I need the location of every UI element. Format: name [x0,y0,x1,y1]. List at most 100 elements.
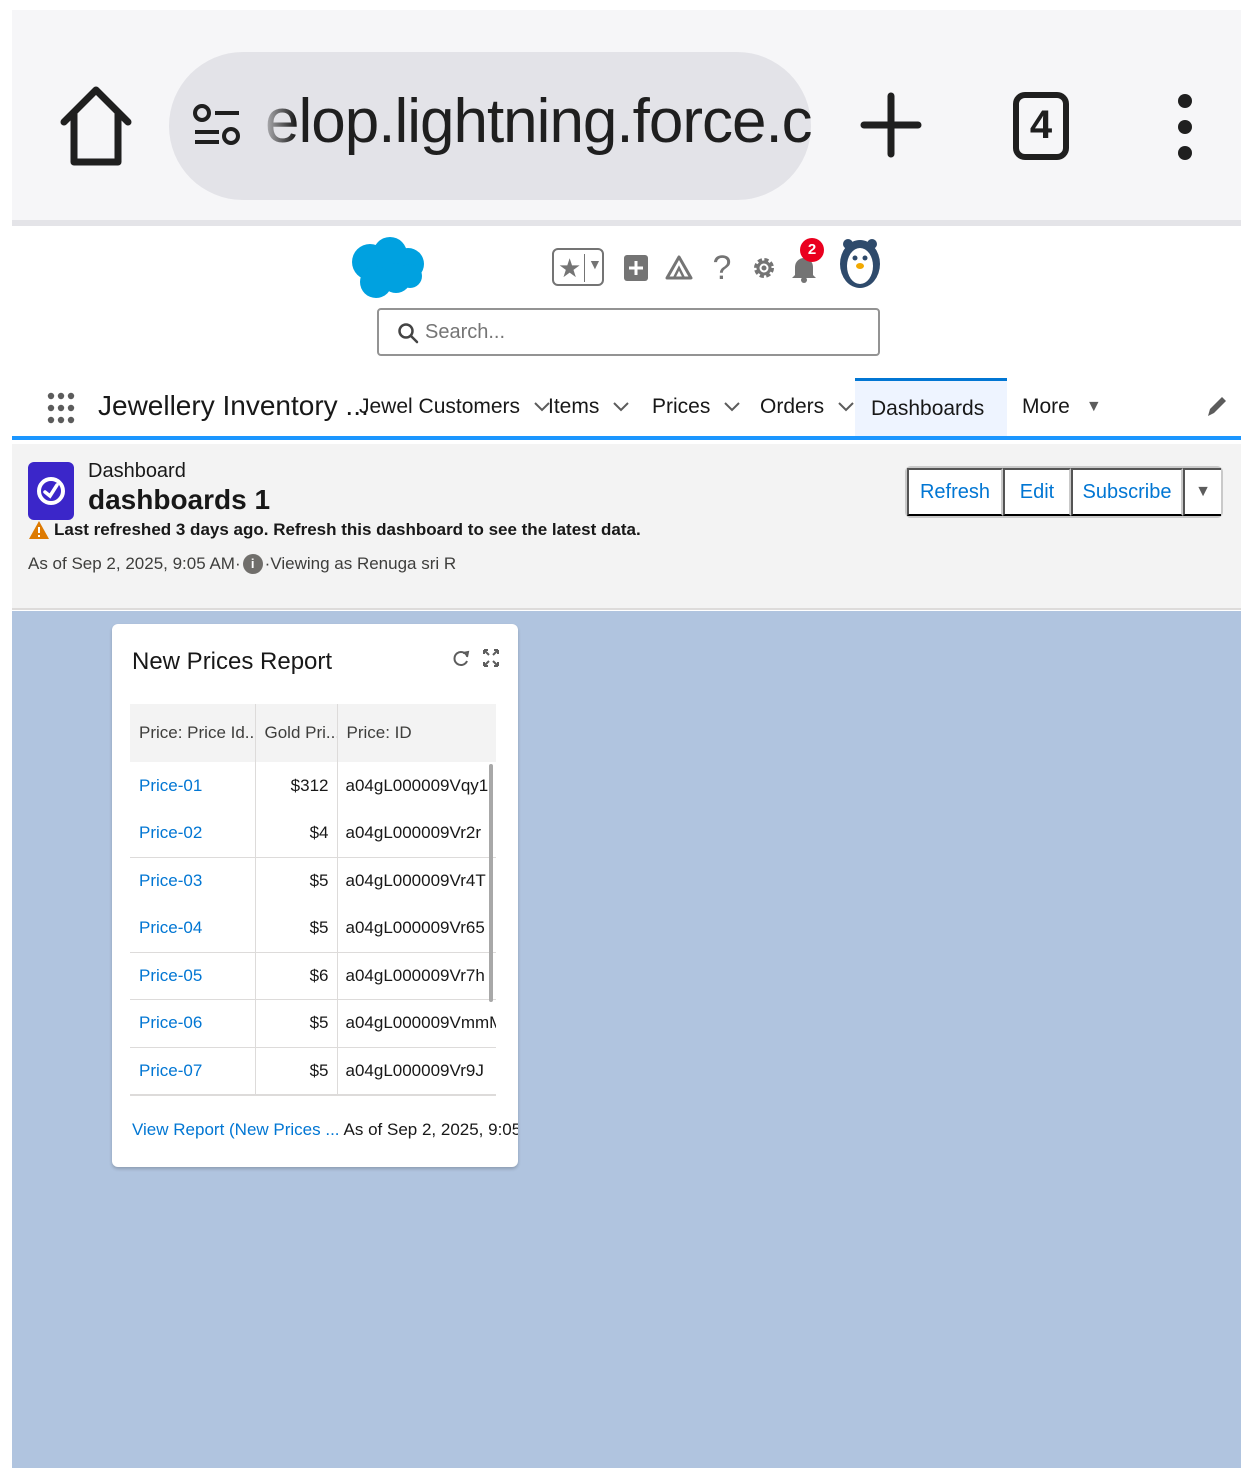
report-widget: New Prices Report Price: Price Id... ↑ G… [112,624,518,1167]
refresh-icon[interactable] [452,648,470,668]
meta-separator: · [234,554,241,573]
question-icon: ? [712,248,732,287]
table-header-row: Price: Price Id... ↑ Gold Pri... Price: … [130,704,496,762]
refresh-warning: Last refreshed 3 days ago. Refresh this … [28,520,641,540]
edit-button[interactable]: Edit [1003,468,1071,516]
expand-icon[interactable] [482,648,500,668]
table-row: Price-07 $5 a04gL000009Vr9J [130,1047,496,1095]
waffle-icon[interactable] [46,390,76,426]
nav-item-label: Orders [760,395,825,418]
nav-item-more[interactable]: More ▼ [1022,378,1102,436]
widget-footer: View Report (New Prices ... As of Sep 2,… [132,1120,518,1140]
price-name-link[interactable]: Price-07 [130,1047,256,1095]
subscribe-button[interactable]: Subscribe [1071,468,1183,516]
price-id-cell: a04gL000009Vr9J [345,1061,484,1080]
table-bottom-divider [130,1094,496,1096]
search-input[interactable] [425,316,855,348]
page-title: dashboards 1 [88,484,271,515]
gold-price-cell: $5 [255,904,338,953]
nav-item-orders[interactable]: Orders [760,378,854,436]
dashboard-type-label: Dashboard [88,460,186,482]
avatar[interactable] [838,236,882,290]
nav-item-label: Jewel Customers [359,395,521,418]
widget-timestamp: As of Sep 2, 2025, 9:05 AM [343,1120,518,1139]
nav-item-label: Items [548,395,600,418]
search-icon [398,323,419,344]
more-vert-icon[interactable] [1170,92,1200,162]
chevron-down-icon[interactable] [724,402,741,412]
notification-badge: 2 [800,238,824,262]
table-scrollbar[interactable] [489,764,493,1002]
price-name-link[interactable]: Price-04 [130,904,256,953]
more-actions-button[interactable]: ▼ [1183,468,1221,516]
warning-icon [29,521,49,539]
viewing-as-text: Viewing as Renuga sri R [270,554,457,573]
salesforce-logo[interactable] [350,234,426,302]
dashboard-meta: As of Sep 2, 2025, 9:05 AM · i · Viewing… [28,554,456,574]
nav-item-jewel-customers[interactable]: Jewel Customers [359,378,550,436]
price-name-link[interactable]: Price-03 [130,857,256,905]
app-name: Jewellery Inventory ... [98,390,369,421]
address-bar[interactable]: elop.lightning.force.com [169,52,811,200]
column-header-gold-price[interactable]: Gold Pri... [255,704,338,762]
nav-item-label: Prices [652,395,711,418]
tune-icon[interactable] [191,102,243,150]
app-nav-bar: Jewellery Inventory ... Jewel Customers … [12,378,1241,440]
global-header: ★ ▼ ? 2 [12,226,1241,376]
chevron-down-icon[interactable] [613,402,630,412]
info-icon[interactable]: i [242,554,263,574]
table-row: Price-05 $6 a04gL000009Vr7h [130,952,496,1000]
gold-price-cell: $5 [255,999,338,1048]
pencil-icon[interactable] [1204,394,1228,420]
nav-item-prices[interactable]: Prices [652,378,741,436]
trailhead-button[interactable] [664,248,694,288]
setup-button[interactable] [750,248,778,288]
plus-icon[interactable] [860,90,922,160]
price-id-cell: a04gL000009Vr65 [337,904,496,953]
price-name-link[interactable]: Price-05 [130,952,256,1000]
refresh-button[interactable]: Refresh [907,468,1003,516]
dashboard-icon [28,462,74,520]
view-report-link[interactable]: View Report (New Prices ... [132,1120,340,1140]
table-row: Price-06 $5 a04gL000009VmmM [130,999,496,1048]
caret-down-icon: ▼ [1085,398,1102,415]
tab-switcher-button[interactable]: 4 [1013,92,1069,160]
gold-price-cell: $5 [255,857,338,905]
column-header-label: Price: Price Id... [139,723,255,742]
chevron-down-icon[interactable] [838,402,854,412]
gold-price-cell: $5 [255,1047,338,1095]
table-row: Price-04 $5 a04gL000009Vr65 [130,904,496,953]
widget-title: New Prices Report [132,648,333,675]
gear-icon [754,258,774,278]
price-name-link[interactable]: Price-02 [130,809,256,858]
nav-item-dashboards[interactable]: Dashboards [855,378,1007,436]
favorites-button[interactable]: ★ ▼ [552,248,604,286]
global-actions-button[interactable] [622,248,650,288]
gold-price-cell: $6 [255,952,338,1000]
help-button[interactable]: ? [710,248,734,288]
as-of-text: As of Sep 2, 2025, 9:05 AM [28,554,235,573]
table-row: Price-02 $4 a04gL000009Vr2r [130,809,496,858]
nav-item-label: Dashboards [871,396,985,420]
price-name-link[interactable]: Price-01 [130,762,256,810]
gold-price-cell: $4 [255,809,338,858]
url-text: elop.lightning.force.com [265,87,811,156]
url-fade [255,52,295,200]
price-id-cell: a04gL000009VmmM [337,999,496,1048]
caret-down-icon: ▼ [1195,483,1211,500]
column-header-price-name[interactable]: Price: Price Id... ↑ [130,704,256,762]
gold-price-cell: $312 [255,762,338,810]
column-header-price-id[interactable]: Price: ID [337,704,496,762]
favorites-separator [584,254,585,282]
report-table: Price: Price Id... ↑ Gold Pri... Price: … [130,704,496,1095]
nav-item-items[interactable]: Items [548,378,630,436]
star-icon: ★ [558,253,582,283]
trailhead-icon [665,255,693,280]
price-name-link[interactable]: Price-06 [130,999,256,1048]
browser-toolbar: elop.lightning.force.com 4 [12,10,1241,220]
chevron-down-icon[interactable]: ▼ [588,256,602,272]
home-icon[interactable] [56,80,136,170]
global-search[interactable] [377,308,880,356]
dashboard-header: Dashboard dashboards 1 Last refreshed 3 … [12,444,1241,610]
table-row: Price-01 $312 a04gL000009Vqy1 [130,762,496,810]
